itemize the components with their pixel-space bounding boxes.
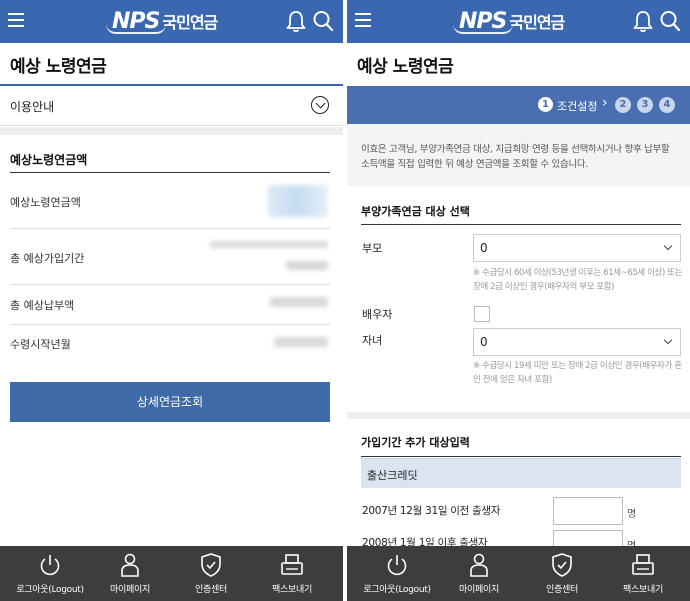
- nav-auth-center[interactable]: 인증센터: [166, 546, 256, 601]
- nav-mypage[interactable]: 마이페이지: [435, 546, 523, 601]
- nav-fax[interactable]: 팩스보내기: [599, 546, 687, 601]
- chevron-down-icon: [663, 241, 673, 251]
- section-separator: [347, 412, 690, 419]
- nav-label: 인증센터: [195, 585, 227, 595]
- left-screen: NPS 국민연금 예상 노령연금 이용안내 예상노령연금액 예상노령연금액 총 …: [0, 0, 343, 601]
- nav-label: 마이페이지: [110, 585, 150, 595]
- step-1-label: 조건설정: [557, 100, 598, 113]
- intro-text: 이효은 고객님, 부양가족연금 대상, 지급희망 연령 등을 선택하시거나 향후…: [347, 124, 690, 186]
- step-indicator: 1 조건설정 › 2 3 4: [347, 86, 690, 124]
- power-icon: [40, 555, 60, 576]
- extra-period-section-title: 가입기간 추가 대상입력: [361, 436, 470, 449]
- nav-label: 마이페이지: [459, 585, 499, 595]
- parents-label: 부모: [362, 242, 383, 255]
- birth-before-2008-input[interactable]: [553, 497, 623, 525]
- nav-label: 로그아웃(Logout): [16, 585, 84, 595]
- nav-auth-center[interactable]: 인증센터: [517, 546, 607, 601]
- menu-icon[interactable]: [8, 13, 24, 27]
- info-label: 총 예상납부액: [10, 299, 75, 312]
- children-select-value: 0: [480, 335, 488, 349]
- birth-credit-header: 출산크레딧: [361, 458, 681, 488]
- shield-icon: [552, 553, 572, 577]
- logo-text: 국민연금: [162, 13, 218, 32]
- step-3-badge: 3: [637, 97, 653, 113]
- person-icon: [470, 553, 488, 577]
- info-row-total-payment: 총 예상납부액: [10, 285, 330, 325]
- info-label: 예상노령연금액: [10, 196, 81, 209]
- app-header: NPS 국민연금: [347, 0, 690, 43]
- fax-icon: [632, 554, 654, 575]
- nav-logout[interactable]: 로그아웃(Logout): [0, 546, 100, 601]
- masked-value: [270, 297, 328, 307]
- info-label: 총 예상가입기간: [10, 252, 85, 265]
- children-select[interactable]: 0: [473, 328, 681, 356]
- nav-fax[interactable]: 팩스보내기: [248, 546, 336, 601]
- info-row-pension-amount: 예상노령연금액: [10, 173, 330, 229]
- nav-logout[interactable]: 로그아웃(Logout): [347, 546, 447, 601]
- nps-logo[interactable]: NPS 국민연금: [106, 6, 218, 36]
- section-divider: [361, 456, 681, 457]
- masked-value: [210, 241, 328, 248]
- usage-guide-accordion[interactable]: 이용안내: [0, 86, 343, 126]
- section-separator: [0, 127, 343, 135]
- dependents-section-title: 부양가족연금 대상 선택: [361, 205, 470, 218]
- pension-section-title: 예상노령연금액: [10, 153, 88, 167]
- fax-icon: [281, 554, 303, 575]
- nps-logo[interactable]: NPS 국민연금: [453, 6, 565, 36]
- usage-guide-label: 이용안내: [10, 100, 55, 114]
- nav-label: 인증센터: [546, 585, 578, 595]
- person-icon: [121, 553, 139, 577]
- detail-pension-button[interactable]: 상세연금조회: [10, 382, 330, 422]
- logo-text: 국민연금: [509, 13, 565, 32]
- step-2-badge: 2: [615, 97, 631, 113]
- menu-icon[interactable]: [355, 13, 371, 27]
- right-screen: NPS 국민연금 예상 노령연금 1 조건설정 › 2 3 4 이효은 고객님,…: [347, 0, 690, 601]
- chevron-down-icon[interactable]: [311, 96, 329, 114]
- nav-mypage[interactable]: 마이페이지: [86, 546, 174, 601]
- search-icon[interactable]: [659, 9, 681, 33]
- section-divider: [361, 224, 681, 225]
- spouse-checkbox[interactable]: [474, 306, 490, 322]
- children-note: ※ 수급당시 19세 미만 또는 장애 2급 이상인 경우(배우자가 혼인 전에…: [473, 361, 682, 385]
- masked-value: [274, 337, 328, 347]
- parents-select-value: 0: [480, 241, 488, 255]
- nav-label: 로그아웃(Logout): [363, 585, 431, 595]
- info-label: 수령시작년월: [10, 338, 71, 351]
- bell-icon[interactable]: [632, 9, 654, 33]
- masked-value: [286, 261, 328, 270]
- nav-label: 팩스보내기: [272, 585, 312, 595]
- info-row-total-period: 총 예상가입기간: [10, 229, 330, 285]
- page-title: 예상 노령연금: [10, 57, 107, 77]
- nav-label: 팩스보내기: [623, 585, 663, 595]
- power-icon: [387, 555, 407, 576]
- children-label: 자녀: [362, 334, 383, 347]
- bottom-nav: 로그아웃(Logout) 마이페이지 인증센터 팩스보내기: [347, 546, 690, 601]
- parents-note: ※ 수급당시 60세 이상(53년생 이후는 61세~65세 이상) 또는 장애…: [473, 268, 683, 292]
- parents-select[interactable]: 0: [473, 234, 681, 262]
- info-row-start-date: 수령시작년월: [10, 325, 330, 359]
- chevron-right-icon: ›: [602, 95, 608, 111]
- masked-value: [268, 185, 328, 217]
- shield-icon: [201, 553, 221, 577]
- unit-label: 명: [627, 509, 637, 520]
- step-4-badge: 4: [659, 97, 675, 113]
- chevron-down-icon: [663, 335, 673, 345]
- search-icon[interactable]: [312, 9, 334, 33]
- spouse-label: 배우자: [362, 308, 393, 321]
- app-header: NPS 국민연금: [0, 0, 343, 43]
- bell-icon[interactable]: [285, 9, 307, 33]
- bottom-nav: 로그아웃(Logout) 마이페이지 인증센터 팩스보내기: [0, 546, 343, 601]
- birth-before-2008-label: 2007년 12월 31일 이전 출생자: [362, 505, 501, 517]
- step-1-badge: 1: [538, 97, 553, 112]
- page-title: 예상 노령연금: [357, 57, 454, 77]
